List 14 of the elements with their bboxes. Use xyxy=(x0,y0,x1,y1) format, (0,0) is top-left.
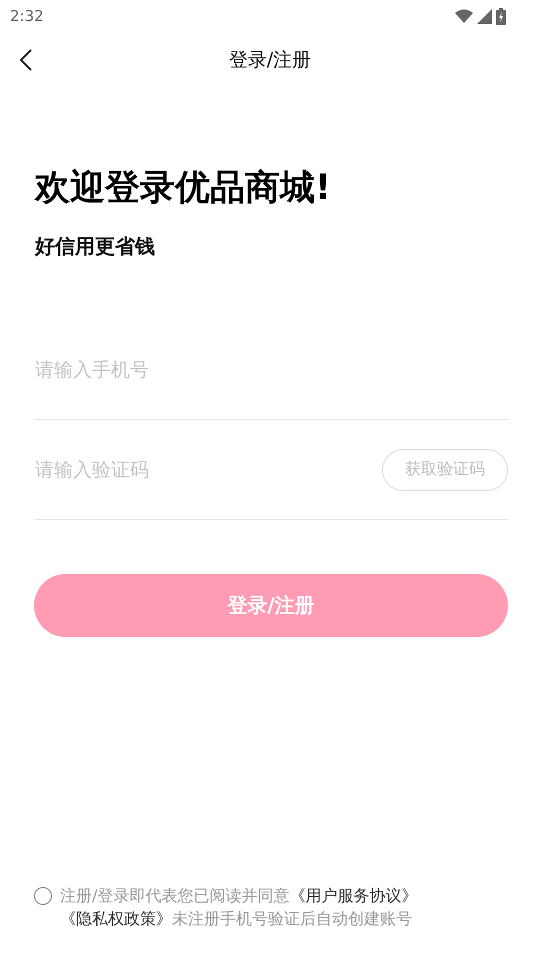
code-field[interactable]: 请输入验证码 xyxy=(35,450,382,490)
wifi-icon xyxy=(455,9,473,23)
agree-checkbox[interactable] xyxy=(34,887,52,905)
back-icon[interactable] xyxy=(18,48,34,72)
welcome-subtitle: 好信用更省钱 xyxy=(35,233,156,260)
battery-icon xyxy=(496,8,506,24)
status-time: 2:32 xyxy=(10,7,44,25)
page-title: 登录/注册 xyxy=(228,48,312,73)
agreement-text: 注册/登录即代表您已阅读并同意《用户服务协议》 《隐私权政策》未注册手机号验证后自动创建账号 xyxy=(60,885,418,930)
signal-icon xyxy=(477,8,492,24)
agreement-link[interactable]: 《用户服务协议》 xyxy=(289,886,418,905)
welcome-title: 欢迎登录优品商城! xyxy=(35,167,332,210)
agreement-link[interactable]: 《隐私权政策》 xyxy=(60,909,172,928)
phone-field[interactable]: 请输入手机号 xyxy=(35,350,508,390)
